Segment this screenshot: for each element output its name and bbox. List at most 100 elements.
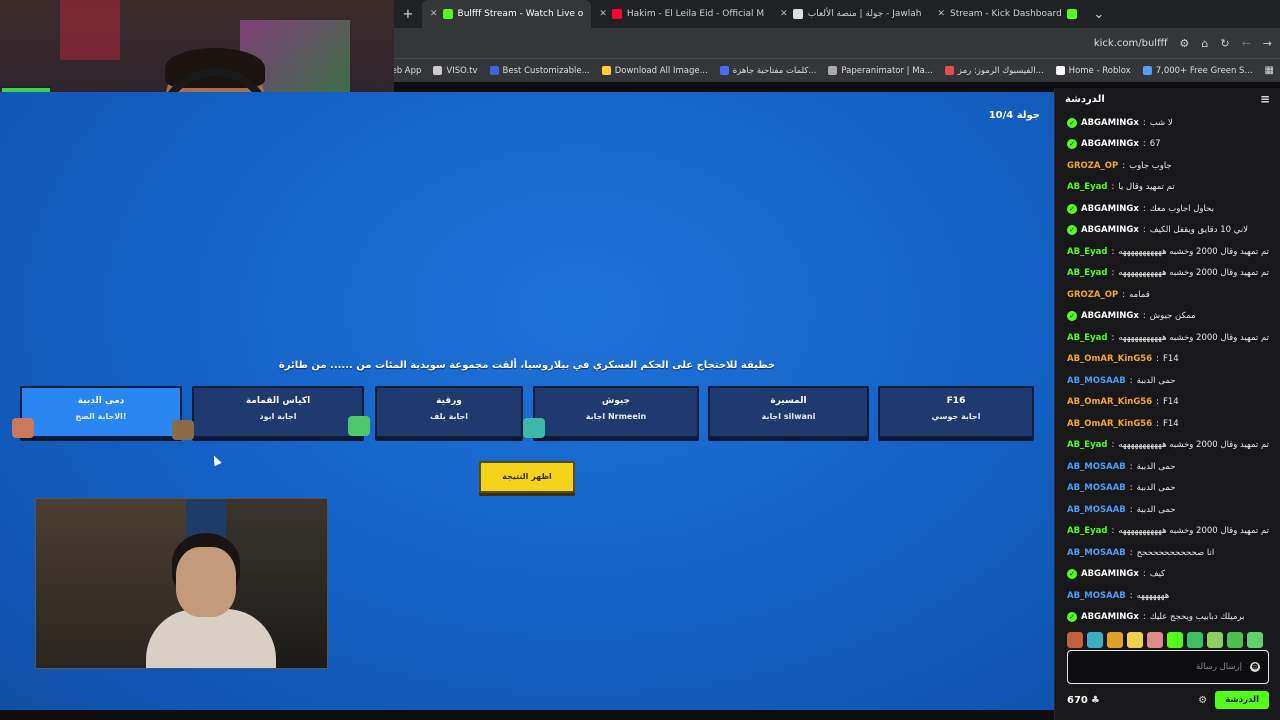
bookmark-favicon-icon bbox=[719, 66, 729, 75]
chat-separator: : bbox=[1111, 526, 1115, 537]
chat-separator: : bbox=[1142, 569, 1146, 580]
close-tab-icon[interactable]: ✕ bbox=[599, 9, 607, 19]
chat-username[interactable]: AB_MOSAAB bbox=[1067, 505, 1126, 515]
bookmark[interactable]: VISO.tv bbox=[433, 66, 478, 76]
tab-list-chevron-icon[interactable]: ⌄ bbox=[1085, 7, 1113, 22]
chat-username[interactable]: GROZA_OP bbox=[1067, 290, 1118, 300]
send-chat-button[interactable]: الدردشة bbox=[1215, 691, 1269, 709]
bookmark-favicon-icon bbox=[1055, 66, 1065, 75]
bookmark[interactable]: 7,000+ Free Green S... bbox=[1142, 66, 1253, 76]
bookmark-label: Best Customizable... bbox=[502, 65, 590, 76]
chat-username[interactable]: AB_MOSAAB bbox=[1067, 483, 1126, 493]
site-settings-icon[interactable]: ⚙ bbox=[1179, 37, 1189, 50]
chat-username[interactable]: AB_OmAR_KinG56 bbox=[1067, 397, 1152, 407]
chat-username[interactable]: AB_Eyad bbox=[1067, 440, 1107, 450]
bookmark-label: Download All Image... bbox=[614, 65, 708, 76]
chat-footer: 670 ♣ ⚙ الدردشة bbox=[1067, 688, 1269, 712]
bookmark[interactable]: الفيسبوك الرموز: رمز... bbox=[944, 66, 1044, 76]
chat-username[interactable]: AB_OmAR_KinG56 bbox=[1067, 354, 1152, 364]
url-field[interactable]: kick.com/bulfff bbox=[1094, 38, 1168, 49]
emote-icon[interactable] bbox=[1107, 632, 1123, 648]
chat-text: F14 bbox=[1163, 397, 1179, 408]
grid-apps-icon[interactable]: ▦ bbox=[1265, 65, 1274, 76]
emote-icon[interactable] bbox=[1187, 632, 1203, 648]
chat-username[interactable]: AB_Eyad bbox=[1067, 526, 1107, 536]
emote-icon[interactable] bbox=[1227, 632, 1243, 648]
answer-subtitle: اجابة بلف bbox=[430, 412, 468, 421]
chat-username[interactable]: AB_MOSAAB bbox=[1067, 462, 1126, 472]
chat-message: AB_Eyad: تم تمهيد وقال 2000 وخشبه ههههههه… bbox=[1055, 521, 1280, 543]
show-result-button[interactable]: اظهر النتيجة bbox=[479, 461, 575, 493]
chat-username[interactable]: AB_MOSAAB bbox=[1067, 548, 1126, 558]
chat-username[interactable]: AB_Eyad bbox=[1067, 333, 1107, 343]
emote-icon[interactable] bbox=[1147, 632, 1163, 648]
chat-username[interactable]: ABGAMINGx bbox=[1081, 569, 1139, 579]
chat-username[interactable]: GROZA_OP bbox=[1067, 161, 1118, 171]
chat-username[interactable]: ABGAMINGx bbox=[1081, 311, 1139, 321]
question-text: خطيقة للاحتجاج على الحكم العسكري في بيلا… bbox=[278, 360, 776, 371]
browser-tab[interactable]: ✕ Stream - Kick Dashboard bbox=[929, 0, 1084, 28]
chat-username[interactable]: ABGAMINGx bbox=[1081, 118, 1139, 128]
chat-username[interactable]: AB_Eyad bbox=[1067, 268, 1107, 278]
guest-head bbox=[176, 547, 236, 617]
chat-message: ✓ ABGAMINGx: لاني 10 دقايق ويقفل الكيف bbox=[1055, 220, 1280, 242]
back-icon[interactable]: ← bbox=[1242, 37, 1251, 50]
browser-tab[interactable]: ✕ جولة | منصة الألعاب - Jawlah bbox=[772, 0, 929, 28]
bookmark[interactable]: Download All Image... bbox=[601, 65, 708, 76]
chat-messages[interactable]: ✓ ABGAMINGx: لا شب ✓ ABGAMINGx:67 GROZA_OP: جا… bbox=[1055, 112, 1280, 632]
chat-message: ✓ ABGAMINGx: بحاول اجاوب معك bbox=[1055, 198, 1280, 220]
answer-option[interactable]: ورقية اجابة بلف bbox=[375, 386, 523, 438]
chat-username[interactable]: ABGAMINGx bbox=[1081, 612, 1139, 622]
guest-webcam bbox=[35, 498, 328, 669]
answer-option[interactable]: F16 اجابة جوسي bbox=[878, 386, 1034, 438]
chat-username[interactable]: ABGAMINGx bbox=[1081, 139, 1139, 149]
close-tab-icon[interactable]: ✕ bbox=[430, 9, 438, 19]
chat-text: تم تمهيد وقال 2000 وخشبه هههههههههههه bbox=[1118, 246, 1269, 257]
answer-option[interactable]: اكياس القمامة اجابة ابود bbox=[192, 386, 364, 438]
bookmark[interactable]: كلمات مفتاحية جاهزة... bbox=[719, 66, 816, 76]
kick-favicon-icon bbox=[1066, 9, 1077, 19]
bookmark[interactable]: Best Customizable... bbox=[489, 65, 590, 76]
chat-message: ✓ ABGAMINGx: برميلك دبابيب ويحجج عليك bbox=[1055, 607, 1280, 629]
chat-username[interactable]: ABGAMINGx bbox=[1081, 204, 1139, 214]
chat-username[interactable]: AB_Eyad bbox=[1067, 247, 1107, 257]
emote-icon[interactable] bbox=[1207, 632, 1223, 648]
chat-settings-gear-icon[interactable]: ⚙ bbox=[1198, 695, 1207, 706]
emote-icon[interactable] bbox=[1247, 632, 1263, 648]
collapse-chat-icon[interactable]: ≡ bbox=[1260, 92, 1270, 106]
chat-username[interactable]: AB_MOSAAB bbox=[1067, 591, 1126, 601]
emote-icon[interactable] bbox=[1127, 632, 1143, 648]
round-counter: جولة 10/4 bbox=[988, 110, 1040, 121]
emoji-picker-icon[interactable]: ☻ bbox=[1250, 662, 1260, 672]
chat-username[interactable]: AB_MOSAAB bbox=[1067, 376, 1126, 386]
new-tab-button[interactable]: + bbox=[394, 7, 422, 22]
chat-username[interactable]: AB_Eyad bbox=[1067, 182, 1107, 192]
verified-badge-icon: ✓ bbox=[1067, 225, 1077, 236]
browser-tab[interactable]: ✕ Bulfff Stream - Watch Live o bbox=[422, 0, 592, 28]
forward-icon[interactable]: → bbox=[1263, 37, 1272, 50]
chat-separator: : bbox=[1142, 139, 1146, 150]
answer-option[interactable]: جيوش اجابة Nrmeein bbox=[533, 386, 699, 438]
bookmark[interactable]: Pikzels - Web App bbox=[394, 66, 421, 76]
bookmark[interactable]: Paperanimator | Ma... bbox=[828, 66, 933, 76]
player-avatar-icon bbox=[348, 416, 370, 436]
emote-icon[interactable] bbox=[1067, 632, 1083, 648]
home-icon[interactable]: ⌂ bbox=[1201, 37, 1208, 50]
emote-icon[interactable] bbox=[1167, 632, 1183, 648]
reload-icon[interactable]: ↻ bbox=[1220, 37, 1229, 50]
chat-message: ✓ ABGAMINGx: ممكن جيوش bbox=[1055, 306, 1280, 328]
chat-username[interactable]: AB_OmAR_KinG56 bbox=[1067, 419, 1152, 429]
tab-label: Hakim - El Leila Eid - Official M bbox=[626, 9, 765, 19]
chat-input[interactable]: إرسال رسالة ☻ bbox=[1067, 650, 1269, 684]
close-tab-icon[interactable]: ✕ bbox=[937, 9, 945, 19]
emote-icon[interactable] bbox=[1087, 632, 1103, 648]
answer-option[interactable]: دمى الدببة الاجابة الصح! bbox=[20, 386, 182, 438]
bookmark[interactable]: Home - Roblox bbox=[1055, 66, 1131, 76]
close-tab-icon[interactable]: ✕ bbox=[780, 9, 788, 19]
chat-username[interactable]: ABGAMINGx bbox=[1081, 225, 1139, 235]
browser-tab[interactable]: ✕ Hakim - El Leila Eid - Official M bbox=[591, 0, 772, 28]
answer-option[interactable]: المسيرة اجابة silwani bbox=[708, 386, 869, 438]
chat-text: تم تمهيد وقال 2000 وخشبه هههههههههههه bbox=[1118, 268, 1269, 279]
chat-message: AB_Eyad: تم تمهيد وقال يا bbox=[1055, 177, 1280, 199]
answer-title: دمى الدببة bbox=[77, 396, 125, 406]
